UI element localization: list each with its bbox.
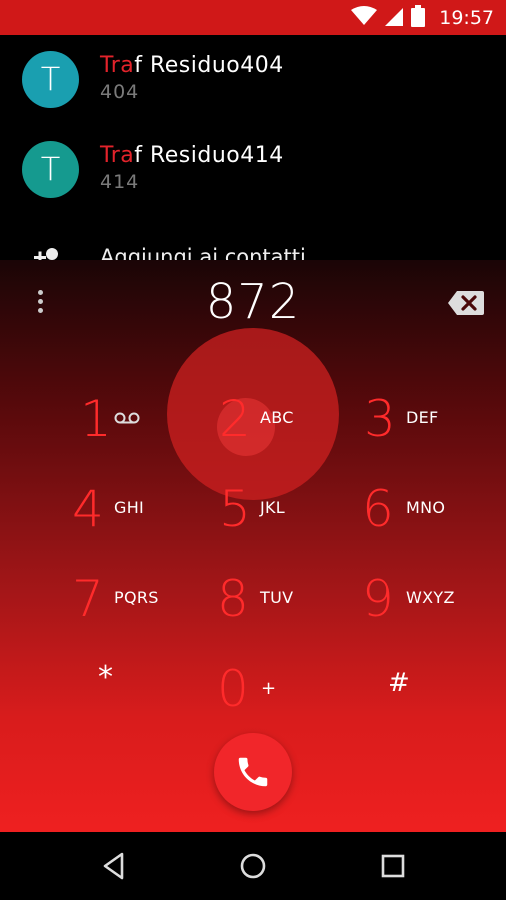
contact-row[interactable]: T Traf Residuo404 404 [0, 35, 506, 125]
key-digit: 6 [362, 480, 394, 538]
key-letters: + [261, 678, 277, 699]
status-bar: 19:57 [0, 0, 506, 35]
key-3[interactable]: 3 DEF [350, 390, 470, 460]
dialpad: 872 1 2 ABC 3 DEF 4 GHI 5 JKL 6 MNO 7 PQ… [0, 260, 506, 832]
contact-number: 404 [100, 81, 140, 103]
key-digit: 3 [364, 390, 396, 448]
key-digit: 2 [219, 390, 251, 448]
key-digit: 5 [219, 480, 251, 538]
key-star[interactable]: * [60, 660, 180, 730]
key-7[interactable]: 7 PQRS [60, 570, 180, 640]
key-digit: 1 [80, 390, 112, 448]
key-letters: TUV [260, 588, 294, 607]
contact-number: 414 [100, 171, 140, 193]
key-digit: 7 [72, 570, 104, 628]
contact-suggestions: T Traf Residuo404 404 T Traf Residuo414 … [0, 35, 506, 260]
key-letters: GHI [114, 498, 145, 517]
recents-icon[interactable] [376, 849, 410, 883]
key-letters: WXYZ [406, 588, 455, 607]
contact-name: Traf Residuo404 [100, 53, 284, 78]
key-9[interactable]: 9 WXYZ [350, 570, 470, 640]
key-4[interactable]: 4 GHI [60, 480, 180, 550]
backspace-icon[interactable] [447, 289, 485, 321]
voicemail-icon [114, 410, 140, 429]
navigation-bar [0, 832, 506, 900]
add-to-contacts-label: Aggiungi ai contatti [100, 245, 306, 260]
key-digit: 4 [72, 480, 104, 538]
back-icon[interactable] [97, 849, 131, 883]
key-digit: 8 [217, 570, 249, 628]
key-5[interactable]: 5 JKL [205, 480, 325, 550]
avatar: T [22, 51, 79, 108]
key-letters: ABC [260, 408, 294, 427]
add-person-icon [32, 247, 62, 260]
key-letters: PQRS [114, 588, 159, 607]
home-icon[interactable] [236, 849, 270, 883]
battery-icon [411, 4, 426, 31]
key-letters: JKL [260, 498, 286, 517]
contact-name: Traf Residuo414 [100, 143, 284, 168]
contact-name-match: Tra [100, 143, 135, 168]
contact-row[interactable]: T Traf Residuo414 414 [0, 125, 506, 215]
call-button[interactable] [214, 733, 292, 811]
key-digit: 9 [362, 570, 394, 628]
key-letters: MNO [406, 498, 446, 517]
key-digit: 0 [217, 660, 249, 718]
contact-name-rest: f Residuo414 [134, 143, 284, 168]
key-2[interactable]: 2 ABC [205, 390, 325, 460]
avatar: T [22, 141, 79, 198]
key-letters: DEF [406, 408, 439, 427]
key-0[interactable]: 0 + [205, 660, 325, 730]
key-1[interactable]: 1 [60, 390, 180, 460]
key-hash[interactable]: # [350, 660, 470, 730]
signal-icon [385, 6, 404, 30]
clock: 19:57 [439, 6, 494, 29]
key-digit: # [388, 668, 410, 698]
wifi-icon [351, 5, 378, 30]
key-digit: * [98, 660, 113, 695]
phone-icon [238, 757, 268, 787]
key-8[interactable]: 8 TUV [205, 570, 325, 640]
contact-name-rest: f Residuo404 [134, 53, 284, 78]
dialed-number[interactable]: 872 [0, 274, 506, 330]
status-icons: 19:57 [351, 0, 494, 35]
contact-name-match: Tra [100, 53, 135, 78]
add-to-contacts-row[interactable]: Aggiungi ai contatti [0, 243, 506, 260]
key-6[interactable]: 6 MNO [350, 480, 470, 550]
